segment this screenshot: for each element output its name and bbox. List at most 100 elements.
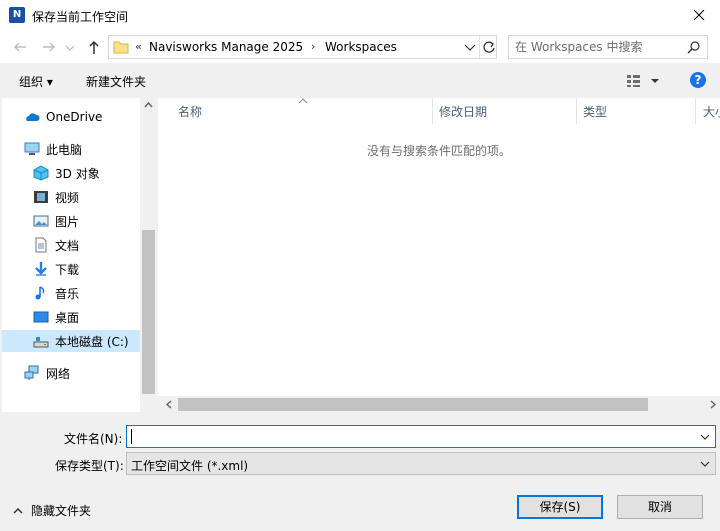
sidebar-vertical-scrollbar[interactable] [140,98,157,412]
close-button[interactable] [684,2,714,28]
sidebar-item-pictures[interactable]: 图片 [33,210,79,232]
empty-list-message: 没有与搜索条件匹配的项。 [366,144,511,158]
navisworks-app-icon: N [9,7,25,23]
filetype-selected-value: 工作空间文件 (*.xml) [131,459,249,473]
column-header-size-label: 大小 [703,104,720,119]
column-header-name-label: 名称 [178,104,203,119]
command-toolbar: 组织 ▾ 新建文件夹 [0,63,720,97]
navigation-pane: OneDrive 此电脑 3D 对象 视频 图片 文档 下载 音乐 桌面 本地磁… [2,98,155,412]
cloud-icon [24,109,40,125]
cube-icon [33,165,49,181]
search-input[interactable] [515,39,685,55]
sidebar-item-label: 此电脑 [46,142,83,157]
sidebar-item-music[interactable]: 音乐 [33,282,79,304]
help-icon[interactable]: ? [690,72,706,88]
new-folder-button[interactable]: 新建文件夹 [86,73,146,90]
music-icon [33,285,49,301]
search-box[interactable] [508,35,708,59]
sidebar-item-local-disk-c[interactable]: 本地磁盘 (C:) [2,330,140,352]
sidebar-item-label: 音乐 [55,286,80,301]
view-details-icon [627,75,659,87]
chevron-up-icon [13,507,23,514]
file-list[interactable]: 名称 修改日期 类型 大小 没有与搜索条件匹配的项。 [158,98,720,412]
column-divider[interactable] [576,98,577,124]
network-icon [24,365,40,381]
hide-folders-toggle[interactable]: 隐藏文件夹 [12,502,91,519]
document-icon [33,237,49,253]
change-view-button[interactable] [624,71,664,91]
sidebar-item-label: 网络 [46,366,71,381]
chevron-down-icon[interactable] [699,431,711,443]
sidebar-item-network[interactable]: 网络 [24,362,70,384]
column-divider[interactable] [695,98,696,124]
filename-combobox[interactable] [126,425,716,448]
breadcrumb-overflow[interactable]: « [135,40,142,53]
breadcrumb-separator-icon[interactable]: › [311,40,315,53]
breadcrumb-workspaces[interactable]: Workspaces [325,40,397,54]
hide-folders-label: 隐藏文件夹 [31,504,92,518]
address-dropdown-button[interactable] [461,36,479,58]
sidebar-item-onedrive[interactable]: OneDrive [24,106,102,128]
arrow-right-icon [43,42,55,52]
scrollbar-thumb[interactable] [142,230,155,394]
sidebar-item-label: 文档 [55,238,80,253]
title-bar: N 保存当前工作空间 [0,0,720,31]
window-title: 保存当前工作空间 [32,10,129,24]
sidebar-item-label: 桌面 [55,310,80,325]
forward-button[interactable] [40,38,58,56]
recent-locations-button[interactable] [64,38,76,56]
cancel-button[interactable]: 取消 [617,495,703,519]
sidebar-item-videos[interactable]: 视频 [33,186,79,208]
sidebar-item-label: 下载 [55,262,80,277]
filename-input[interactable] [133,428,693,445]
sidebar-item-3d-objects[interactable]: 3D 对象 [33,162,100,184]
column-header-type[interactable]: 类型 [583,98,607,124]
sidebar-item-desktop[interactable]: 桌面 [33,306,79,328]
sidebar-item-label: 3D 对象 [55,166,100,181]
text-caret [131,429,132,444]
sidebar-item-documents[interactable]: 文档 [33,234,79,256]
filetype-label: 保存类型(T): [55,459,124,473]
refresh-button[interactable] [479,36,497,58]
column-header-date-label: 修改日期 [439,104,488,119]
sidebar-item-label: 图片 [55,214,80,229]
sidebar-item-label: 本地磁盘 (C:) [55,334,129,349]
organize-menu-button[interactable]: 组织 ▾ [19,73,53,90]
computer-icon [24,141,40,157]
chevron-down-icon[interactable] [699,458,711,470]
sidebar-item-label: OneDrive [46,110,103,124]
close-icon [693,9,705,21]
download-icon [33,261,49,277]
column-header-type-label: 类型 [583,104,608,119]
scrollbar-corner [140,396,157,413]
video-icon [33,189,49,205]
sidebar-item-label: 视频 [55,190,80,205]
column-header-name[interactable]: 名称 [178,98,202,124]
refresh-icon [483,41,495,53]
up-button[interactable] [85,38,103,56]
picture-icon [33,213,49,229]
column-header-date-modified[interactable]: 修改日期 [439,98,487,124]
chevron-down-icon [65,45,75,51]
scrollbar-thumb[interactable] [178,398,648,411]
sort-ascending-icon [298,98,308,104]
save-button[interactable]: 保存(S) [517,495,603,519]
back-button[interactable] [11,38,29,56]
scroll-up-icon[interactable] [140,98,157,112]
filetype-select[interactable]: 工作空间文件 (*.xml) [126,452,716,475]
folder-icon [113,39,129,55]
sidebar-item-downloads[interactable]: 下载 [33,258,79,280]
scroll-right-icon[interactable] [706,396,720,413]
address-bar[interactable]: « Navisworks Manage 2025 › Workspaces [108,35,497,59]
drive-icon [33,333,49,349]
scroll-left-icon[interactable] [162,396,176,413]
sidebar-item-this-pc[interactable]: 此电脑 [24,138,82,160]
arrow-left-icon [14,42,26,52]
desktop-icon [33,309,49,325]
column-header-size[interactable]: 大小 [703,98,720,124]
file-list-horizontal-scrollbar[interactable] [158,396,720,413]
breadcrumb-navisworks[interactable]: Navisworks Manage 2025 [149,40,303,54]
search-icon [687,40,701,54]
column-divider[interactable] [432,98,433,124]
arrow-up-icon [89,40,99,54]
